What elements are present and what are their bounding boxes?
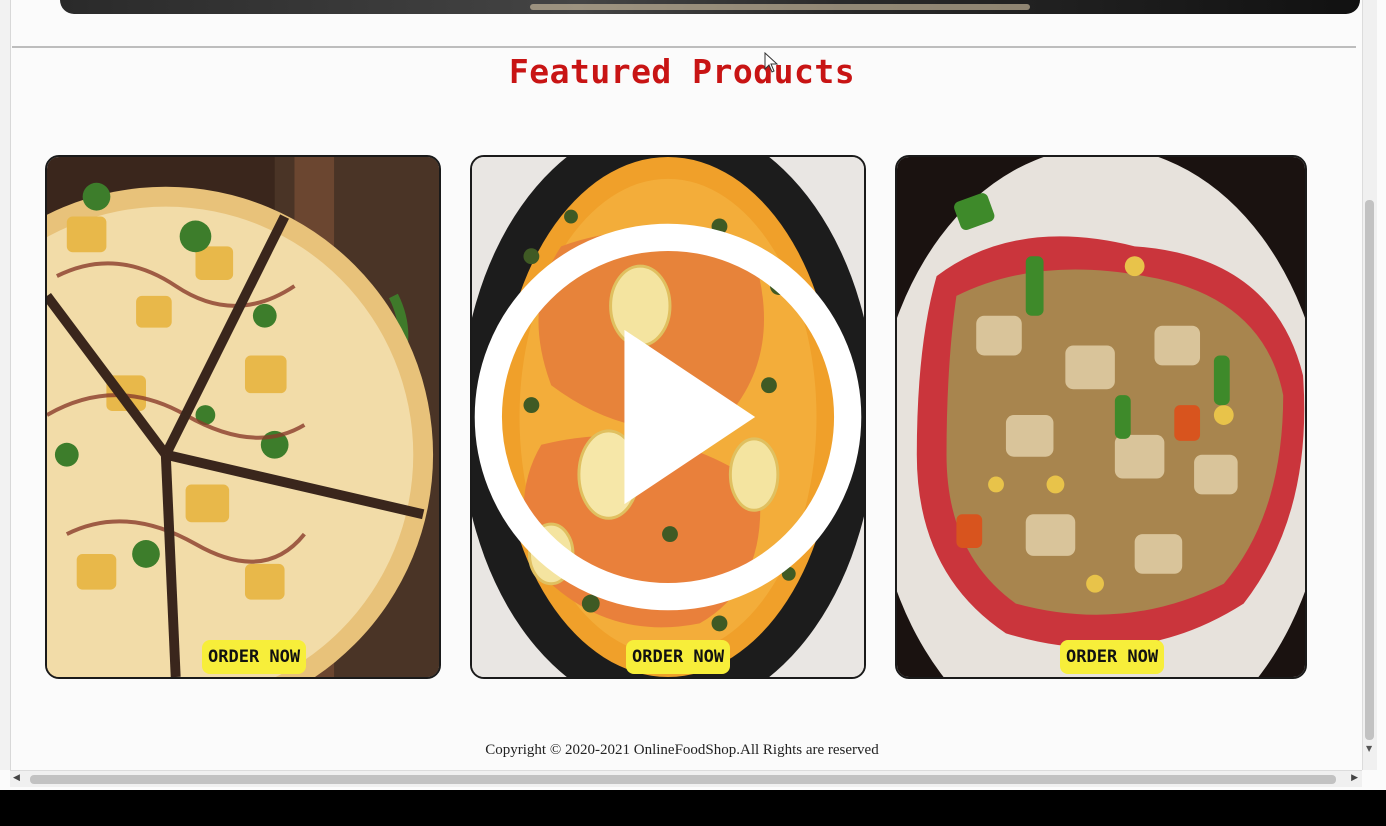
horizontal-scrollbar-thumb[interactable]: [30, 775, 1336, 784]
chevron-left-icon[interactable]: ◀: [13, 773, 20, 783]
chevron-down-icon[interactable]: ▼: [1366, 744, 1372, 753]
hero-image-bottom-edge: [60, 0, 1360, 14]
screen-bottom-bar: [0, 790, 1386, 826]
chevron-right-icon[interactable]: ▶: [1351, 773, 1358, 783]
vertical-scrollbar-thumb[interactable]: [1365, 200, 1374, 740]
vertical-scrollbar[interactable]: ▼: [1362, 0, 1377, 770]
section-divider: [12, 46, 1356, 48]
window-left-edge: [0, 0, 11, 770]
pizza-image: [47, 157, 439, 677]
product-card-dosa[interactable]: ORDER NOW: [895, 155, 1307, 679]
order-now-button[interactable]: ORDER NOW: [1060, 640, 1165, 674]
section-title: Featured Products: [508, 52, 856, 91]
product-card-salmon[interactable]: ORDER NOW: [470, 155, 866, 679]
paneer-dosa-image: [897, 157, 1305, 677]
play-icon[interactable]: [472, 157, 864, 677]
mouse-pointer-icon: [764, 52, 779, 73]
product-card-pizza[interactable]: ORDER NOW: [45, 155, 441, 679]
horizontal-scrollbar[interactable]: ◀ ▶: [10, 770, 1362, 787]
order-now-button[interactable]: ORDER NOW: [626, 640, 731, 674]
order-now-button[interactable]: ORDER NOW: [202, 640, 307, 674]
copyright-footer: Copyright © 2020-2021 OnlineFoodShop.All…: [485, 742, 879, 758]
browser-viewport: Featured Products ORDER NOW ORDER NOW OR…: [0, 0, 1386, 790]
